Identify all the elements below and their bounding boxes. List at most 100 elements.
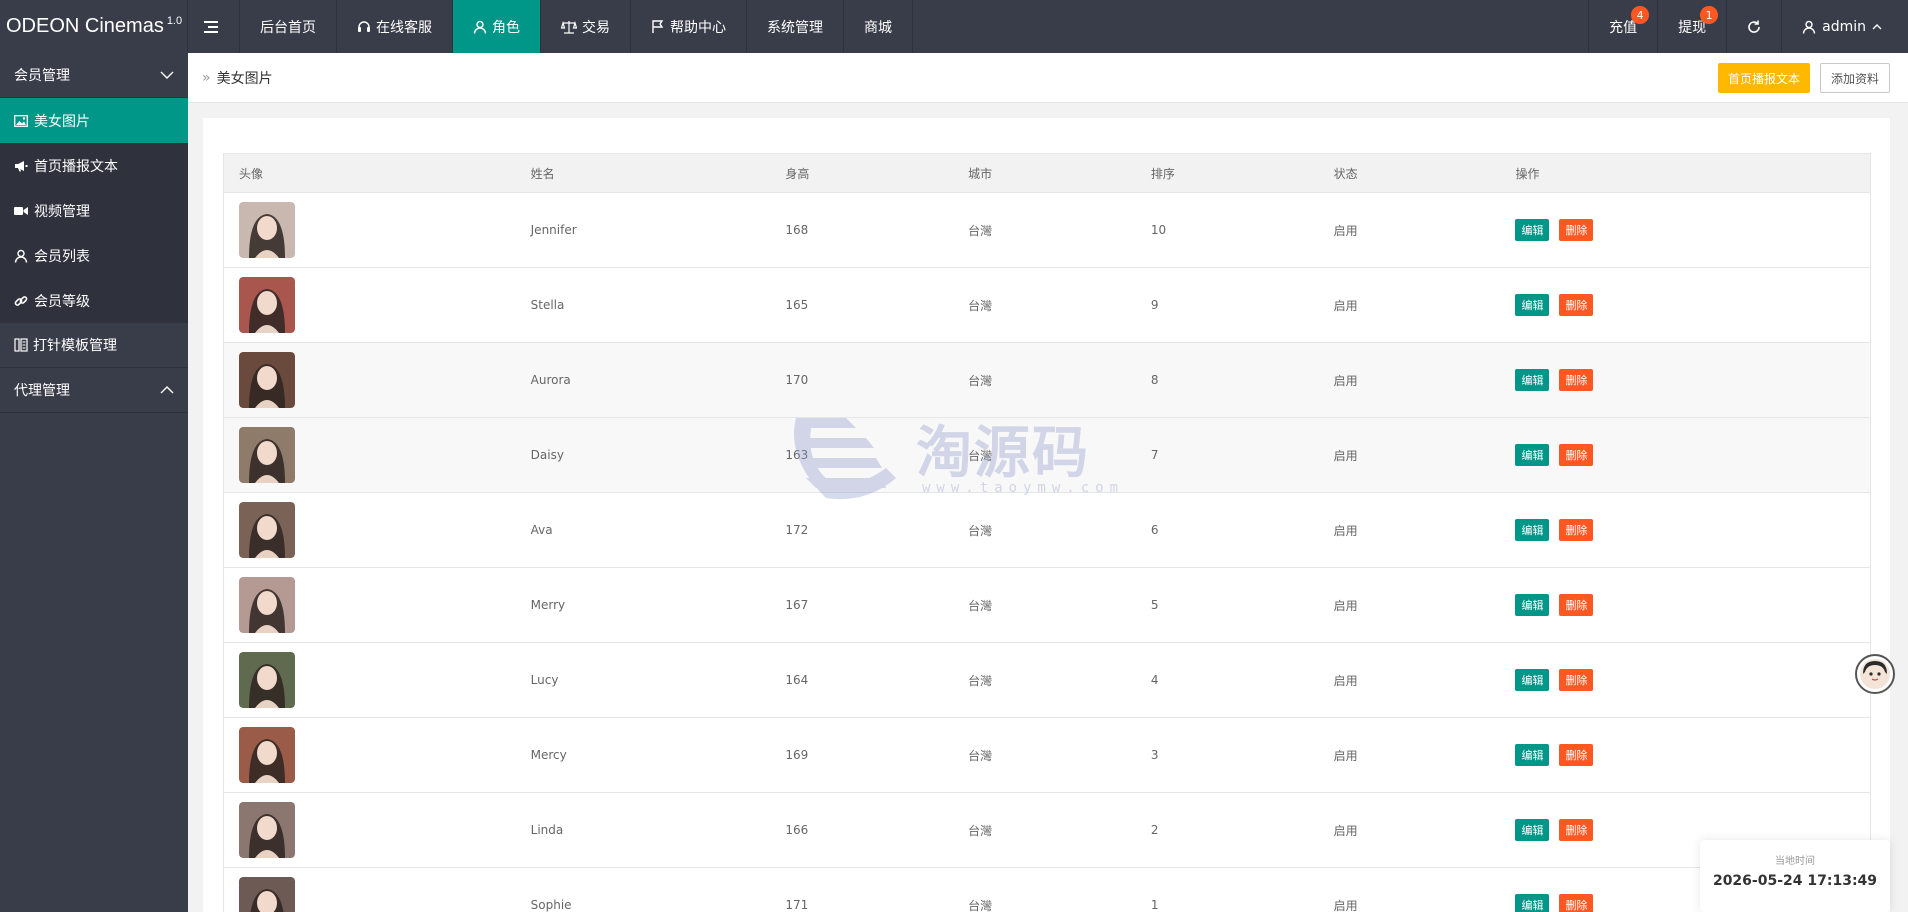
delete-button[interactable]: 删除	[1559, 219, 1594, 241]
sidebar-item-members[interactable]: 会员列表	[0, 233, 188, 278]
nav-item-mall[interactable]: 商城	[844, 0, 913, 53]
edit-button[interactable]: 编辑	[1515, 294, 1550, 316]
delete-button[interactable]: 删除	[1559, 594, 1594, 616]
cell-status: 启用	[1333, 448, 1358, 463]
delete-button[interactable]: 删除	[1559, 894, 1594, 912]
video-icon	[14, 206, 28, 215]
withdraw-badge: 1	[1700, 6, 1719, 24]
sidebar-group-template[interactable]: 打针模板管理	[0, 323, 188, 368]
cell-name: Merry	[530, 598, 566, 612]
cell-status: 启用	[1333, 598, 1358, 613]
delete-button[interactable]: 删除	[1559, 819, 1594, 841]
cell-city: 台灣	[968, 298, 993, 313]
profile-photo[interactable]	[239, 202, 295, 258]
nav-item-home[interactable]: 后台首页	[240, 0, 337, 53]
cell-actions: 编辑 删除	[1500, 594, 1870, 616]
headset-icon	[358, 20, 370, 32]
sidebar-item-photos[interactable]: 美女图片	[0, 98, 188, 143]
profile-photo[interactable]	[239, 352, 295, 408]
edit-button[interactable]: 编辑	[1515, 669, 1550, 691]
cell-status: 启用	[1333, 898, 1358, 912]
nav-item-label: 交易	[582, 19, 610, 36]
cell-height: 164	[785, 673, 809, 687]
cell-avatar	[224, 577, 516, 633]
profile-photo[interactable]	[239, 427, 295, 483]
nav-item-trade[interactable]: 交易	[541, 0, 631, 53]
menu-icon	[204, 20, 218, 33]
floating-chat-avatar[interactable]	[1855, 654, 1895, 694]
refresh-button[interactable]	[1726, 0, 1781, 53]
cell-city: 台灣	[968, 373, 993, 388]
nav-item-label: 系统管理	[767, 19, 823, 36]
cell-actions: 编辑 删除	[1500, 819, 1870, 841]
template-icon	[14, 338, 28, 352]
delete-button[interactable]: 删除	[1559, 444, 1594, 466]
profile-photo[interactable]	[239, 802, 295, 858]
table-body: Jennifer 168 台灣 10 启用 编辑 删除 Stella 165 台灣 9 启用 编辑 删除 A…	[223, 193, 1871, 912]
edit-button[interactable]: 编辑	[1515, 894, 1550, 912]
edit-button[interactable]: 编辑	[1515, 219, 1550, 241]
broadcast-text-button[interactable]: 首页播报文本	[1718, 63, 1810, 93]
sidebar-group-agent[interactable]: 代理管理	[0, 368, 188, 413]
cell-actions: 编辑 删除	[1500, 294, 1870, 316]
sidebar-item-levels[interactable]: 会员等级	[0, 278, 188, 323]
edit-button[interactable]: 编辑	[1515, 594, 1550, 616]
edit-button[interactable]: 编辑	[1515, 519, 1550, 541]
sidebar-group-member[interactable]: 会员管理	[0, 53, 188, 98]
cell-name: Jennifer	[530, 223, 577, 237]
profile-photo[interactable]	[239, 502, 295, 558]
profile-photo[interactable]	[239, 727, 295, 783]
brand-logo[interactable]: ODEON Cinemas 1.0	[0, 0, 188, 53]
withdraw-button[interactable]: 提现 1	[1657, 0, 1726, 53]
edit-button[interactable]: 编辑	[1515, 819, 1550, 841]
add-profile-button[interactable]: 添加资料	[1820, 63, 1890, 93]
edit-button[interactable]: 编辑	[1515, 444, 1550, 466]
edit-button[interactable]: 编辑	[1515, 369, 1550, 391]
row-actions: 编辑 删除	[1515, 594, 1870, 616]
cell-avatar	[224, 202, 516, 258]
profile-photo[interactable]	[239, 277, 295, 333]
cell-city: 台灣	[968, 223, 993, 238]
column-header-name: 姓名	[530, 166, 555, 181]
local-time-label: 当地时间	[1775, 856, 1815, 867]
delete-button[interactable]: 删除	[1559, 744, 1594, 766]
row-actions: 编辑 删除	[1515, 669, 1870, 691]
nav-item-role[interactable]: 角色	[453, 0, 541, 53]
row-actions: 编辑 删除	[1515, 219, 1870, 241]
delete-button[interactable]: 删除	[1559, 519, 1594, 541]
delete-button[interactable]: 删除	[1559, 294, 1594, 316]
column-header-actions: 操作	[1515, 166, 1540, 181]
table-row: Ava 172 台灣 6 启用 编辑 删除	[223, 493, 1871, 568]
cell-status: 启用	[1333, 373, 1358, 388]
cell-height: 171	[785, 898, 809, 912]
cell-city: 台灣	[968, 448, 993, 463]
refresh-icon	[1748, 20, 1760, 33]
delete-button[interactable]: 删除	[1559, 669, 1594, 691]
cell-order: 10	[1150, 223, 1167, 237]
table-row: Sophie 171 台灣 1 启用 编辑 删除	[223, 868, 1871, 912]
cell-height: 172	[785, 523, 809, 537]
profile-photo[interactable]	[239, 577, 295, 633]
edit-button[interactable]: 编辑	[1515, 744, 1550, 766]
table-row: Stella 165 台灣 9 启用 编辑 删除	[223, 268, 1871, 343]
nav-item-label: 在线客服	[376, 19, 432, 36]
profile-photo[interactable]	[239, 877, 295, 912]
sidebar-item-broadcast[interactable]: 首页播报文本	[0, 143, 188, 188]
cell-order: 2	[1150, 823, 1159, 837]
local-time-value: 2026-05-24 17:13:49	[1712, 873, 1878, 889]
recharge-button[interactable]: 充值 4	[1588, 0, 1657, 53]
cell-actions: 编辑 删除	[1500, 219, 1870, 241]
nav-item-label: 帮助中心	[670, 19, 726, 36]
cell-city: 台灣	[968, 898, 993, 912]
sidebar-item-video[interactable]: 视频管理	[0, 188, 188, 233]
megaphone-icon	[15, 160, 28, 171]
breadcrumb: » 美女图片	[188, 53, 1908, 103]
profile-photo[interactable]	[239, 652, 295, 708]
sidebar-toggle-button[interactable]	[188, 0, 240, 53]
user-menu[interactable]: admin	[1781, 0, 1908, 53]
nav-item-help[interactable]: 帮助中心	[631, 0, 747, 53]
cell-order: 6	[1150, 523, 1159, 537]
delete-button[interactable]: 删除	[1559, 369, 1594, 391]
nav-item-support[interactable]: 在线客服	[337, 0, 453, 53]
nav-item-system[interactable]: 系统管理	[747, 0, 844, 53]
